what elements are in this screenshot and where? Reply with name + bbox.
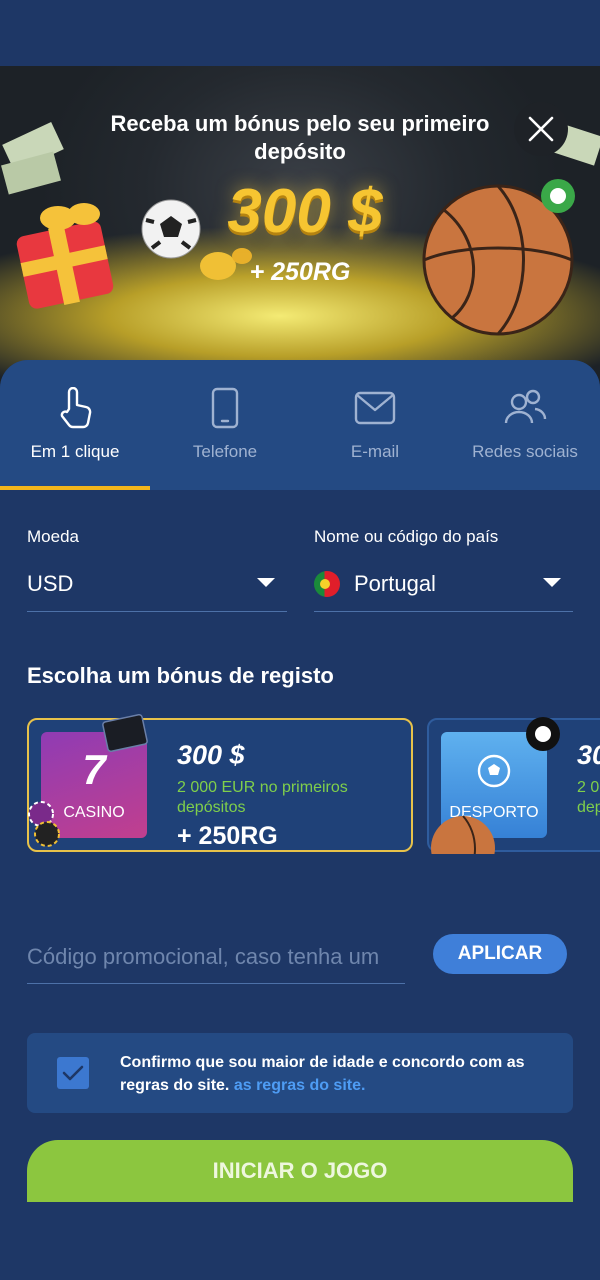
card-amount: 30	[577, 740, 600, 770]
start-game-button[interactable]: INICIAR O JOGO	[27, 1140, 573, 1202]
envelope-icon	[354, 391, 396, 425]
gift-box-icon	[16, 203, 114, 309]
promo-code-field[interactable]	[27, 930, 405, 984]
country-select[interactable]: Portugal	[314, 556, 573, 612]
basketball-icon	[431, 815, 495, 854]
card-description: 2 000 EUR no primeiros depósitos	[177, 779, 348, 816]
registration-screen: Receba um bónus pelo seu primeiro depósi…	[0, 0, 600, 1280]
consent-checkbox[interactable]	[57, 1057, 89, 1089]
chevron-down-icon	[257, 578, 275, 587]
tab-one-click[interactable]: Em 1 clique	[0, 360, 150, 490]
promo-banner: Receba um bónus pelo seu primeiro depósi…	[0, 66, 600, 386]
banner-title: Receba um bónus pelo seu primeiro depósi…	[110, 111, 490, 164]
tab-social[interactable]: Redes sociais	[450, 360, 600, 490]
tab-label: Em 1 clique	[30, 442, 120, 461]
pool-ball-icon	[541, 179, 575, 213]
registration-tabs: Em 1 clique Telefone E-mail Redes sociai…	[0, 360, 600, 490]
pointer-hand-icon	[60, 387, 92, 429]
consent-box: Confirmo que sou maior de idade e concor…	[27, 1033, 573, 1113]
card-deck-icon	[102, 714, 148, 753]
tab-email[interactable]: E-mail	[300, 360, 450, 490]
bonus-section-title: Escolha um bónus de registo	[27, 663, 334, 688]
poker-chip-icon	[28, 801, 60, 847]
currency-select[interactable]: USD	[27, 556, 287, 612]
banner-amount: 300 $	[227, 177, 383, 246]
registration-panel: Em 1 clique Telefone E-mail Redes sociai…	[0, 360, 600, 1280]
tab-label: Telefone	[192, 442, 258, 461]
tab-label: E-mail	[350, 442, 400, 461]
close-icon	[528, 116, 554, 142]
portugal-flag-icon	[314, 570, 340, 597]
rules-link[interactable]: as regras do site.	[234, 1077, 366, 1094]
card-amount: 300 $	[177, 740, 245, 770]
promo-code-input[interactable]	[27, 943, 405, 970]
card-bonus: + 250RG	[177, 822, 278, 850]
people-icon	[504, 389, 547, 424]
checkmark-icon	[62, 1065, 84, 1081]
tab-phone[interactable]: Telefone	[150, 360, 300, 490]
consent-text: Confirmo que sou maior de idade e concor…	[120, 1051, 540, 1097]
currency-label: Moeda	[27, 527, 79, 546]
country-label: Nome ou código do país	[314, 527, 499, 546]
close-button[interactable]	[514, 102, 568, 156]
currency-value: USD	[27, 570, 74, 596]
bonus-card-sport[interactable]: DESPORTO 30 2 0 dep	[427, 717, 600, 854]
country-value: Portugal	[354, 570, 436, 596]
apply-button[interactable]: APLICAR	[433, 934, 567, 974]
chevron-down-icon	[543, 578, 561, 587]
banner-bonus: + 250RG	[249, 258, 351, 286]
bonus-card-casino[interactable]: 7 CASINO 300 $ 2 000 EUR no primeiros de…	[27, 714, 413, 852]
money-icon	[1, 122, 64, 195]
card-description: 2 0 dep	[577, 779, 600, 816]
phone-icon	[211, 387, 239, 429]
soccer-ball-icon	[477, 754, 511, 788]
tab-label: Redes sociais	[472, 442, 578, 461]
eight-ball-icon	[526, 717, 560, 751]
